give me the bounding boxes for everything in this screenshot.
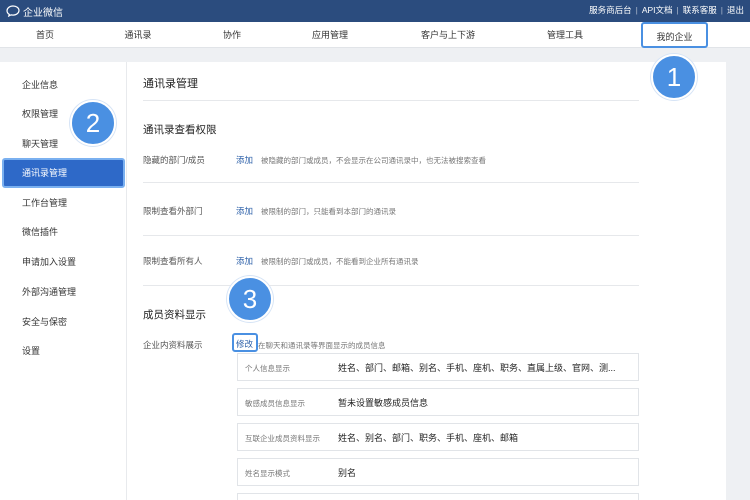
info-key: 个人信息显示 [245,364,290,373]
top-link-support[interactable]: 联系客服 [683,4,717,16]
info-row-sensitive: 敏感成员信息显示 暂未设置敏感成员信息 [237,388,639,416]
callout-badge-3: 3 [227,276,273,322]
nav-management-tools[interactable]: 管理工具 [547,22,583,48]
sidebar-item-workbench[interactable]: 工作台管理 [22,195,67,211]
top-links: 服务商后台 | API文档 | 联系客服 | 退出 [589,4,744,16]
row-desc-hidden: 被隐藏的部门或成员，不会显示在公司通讯录中，也无法被搜索查看 [261,156,486,165]
divider [143,285,639,286]
callout-badge-1: 1 [651,54,697,100]
add-restrict-all-link[interactable]: 添加 [236,255,253,267]
divider [143,235,639,236]
info-key: 姓名显示模式 [245,469,290,478]
section-title-member-profile: 成员资料显示 [143,309,206,321]
nav-app-management[interactable]: 应用管理 [312,22,348,48]
info-value: 别名 [338,468,357,478]
info-row-personal: 个人信息显示 姓名、部门、邮箱、别名、手机、座机、职务、直属上级、官网、测... [237,353,639,381]
sidebar-item-company-info[interactable]: 企业信息 [22,77,58,93]
sidebar-item-contacts-management[interactable]: 通讯录管理 [2,158,125,188]
row-label-hidden: 隐藏的部门/成员 [143,155,205,165]
sidebar-item-security[interactable]: 安全与保密 [22,314,67,330]
nav-my-company[interactable]: 我的企业 [641,22,708,48]
modify-label: 修改 [236,339,254,349]
info-key: 敏感成员信息显示 [245,399,305,408]
section-title-view-permissions: 通讯录查看权限 [143,124,217,136]
top-link-api-docs[interactable]: API文档 [642,4,673,16]
top-link-separator: | [676,5,679,15]
row-desc-restrict-all: 被限制的部门或成员，不能看到企业所有通讯录 [261,257,419,266]
nav-customers-partners[interactable]: 客户与上下游 [421,22,475,48]
row-desc-restrict-external: 被限制的部门，只能看到本部门的通讯录 [261,207,396,216]
top-link-separator: | [720,5,723,15]
divider [143,182,639,183]
divider [143,100,639,101]
main-panel: 通讯录管理 通讯录查看权限 隐藏的部门/成员 添加 被隐藏的部门或成员，不会显示… [126,62,726,500]
row-label-restrict-all: 限制查看所有人 [143,256,203,266]
row-label-restrict-external: 限制查看外部门 [143,206,203,216]
top-link-separator: | [635,5,638,15]
top-link-logout[interactable]: 退出 [727,4,744,16]
nav-home[interactable]: 首页 [36,22,54,48]
main-nav: 首页 通讯录 协作 应用管理 客户与上下游 管理工具 [0,22,750,48]
info-value: 暂未设置敏感成员信息 [338,398,429,408]
sidebar-item-settings[interactable]: 设置 [22,343,40,359]
info-key: 互联企业成员资料显示 [245,434,320,443]
sidebar-item-permissions[interactable]: 权限管理 [22,106,58,122]
app-logo[interactable]: 企业微信 [6,3,63,19]
add-restrict-external-link[interactable]: 添加 [236,205,253,217]
app-name: 企业微信 [23,7,63,19]
modify-profile-link[interactable]: 修改 [232,333,258,352]
sidebar-item-external-communication[interactable]: 外部沟通管理 [22,284,76,300]
top-bar: 企业微信 服务商后台 | API文档 | 联系客服 | 退出 [0,0,750,22]
sidebar-item-chat-management[interactable]: 聊天管理 [22,136,58,152]
profile-label: 企业内资料展示 [143,340,203,350]
page-title: 通讯录管理 [143,78,198,90]
nav-my-company-label: 我的企业 [656,32,693,42]
sidebar-item-label: 通讯录管理 [22,168,68,178]
info-value: 姓名、别名、部门、职务、手机、座机、邮箱 [338,433,519,443]
info-row-partial [237,493,639,500]
sidebar-item-join-settings[interactable]: 申请加入设置 [22,254,76,270]
callout-badge-2: 2 [70,100,116,146]
chat-bubble-icon [6,5,20,17]
nav-contacts[interactable]: 通讯录 [124,22,151,48]
info-row-linked-company: 互联企业成员资料显示 姓名、别名、部门、职务、手机、座机、邮箱 [237,423,639,451]
add-hidden-link[interactable]: 添加 [236,154,253,166]
top-link-provider[interactable]: 服务商后台 [589,4,632,16]
info-value: 姓名、部门、邮箱、别名、手机、座机、职务、直属上级、官网、测... [338,363,616,373]
nav-collaboration[interactable]: 协作 [223,22,241,48]
profile-desc: 在聊天和通讯录等界面显示的成员信息 [258,341,386,350]
info-row-name-mode: 姓名显示模式 别名 [237,458,639,486]
sidebar-item-wechat-plugin[interactable]: 微信插件 [22,224,58,240]
